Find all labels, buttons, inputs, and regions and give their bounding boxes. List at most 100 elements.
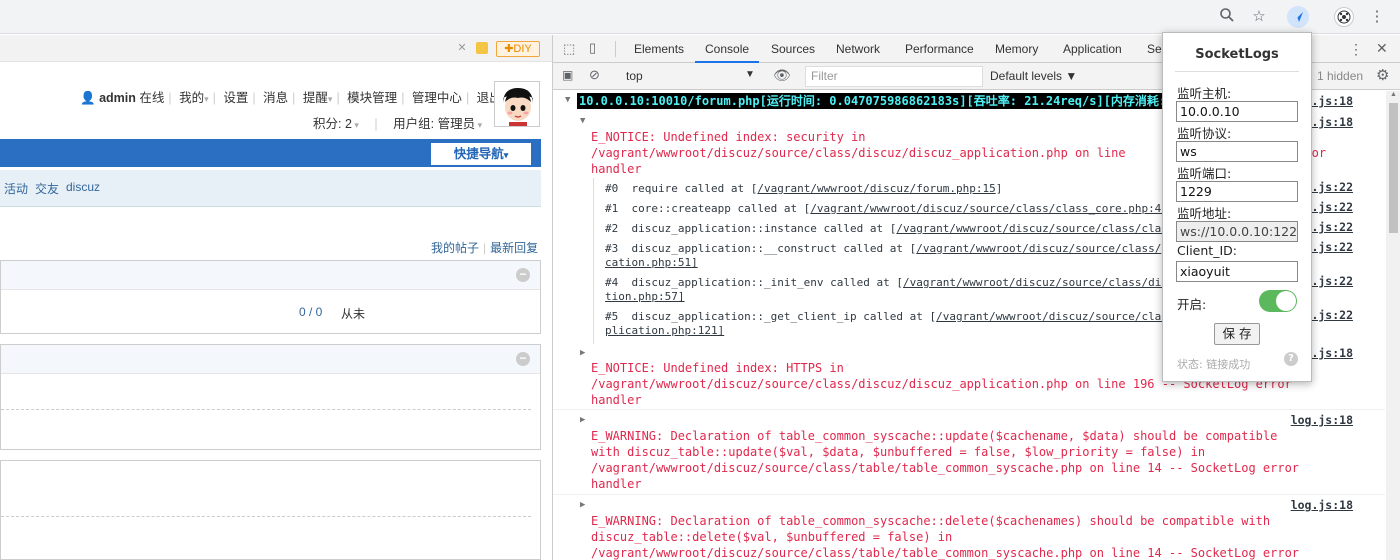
expand-icon[interactable]: ▶ [580,415,585,425]
admin-center-link[interactable]: 管理中心 [412,91,462,105]
module-admin-link[interactable]: 模块管理 [347,91,397,105]
address-label: 监听地址: [1177,206,1232,221]
divider [1,409,531,410]
stack-path-link[interactable]: /vagrant/wwwroot/discuz/forum.php:15 [757,182,995,195]
log-entry[interactable]: ▶ log.js:18 E_WARNING: Declaration of ta… [553,496,1385,560]
forum-box-1: − 0 / 0 从未 [0,260,541,334]
error-line: /vagrant/wwwroot/discuz/source/class/dis… [591,146,1126,160]
account-icon[interactable] [1334,7,1354,27]
scroll-up-icon[interactable]: ▲ [1390,91,1397,98]
client-id-label: Client_ID: [1177,243,1237,258]
tab-performance[interactable]: Performance [905,35,974,63]
menu-icon[interactable]: ⋮ [1367,7,1387,27]
username-link[interactable]: admin [99,91,136,105]
protocol-input[interactable]: ws [1176,141,1298,162]
connection-status: 状态: 链接成功 [1177,358,1251,371]
diy-button[interactable]: ✚DIY [496,41,540,57]
eye-icon[interactable]: 👁 [773,67,791,84]
star-icon[interactable]: ☆ [1249,7,1269,27]
close-icon[interactable]: ✕ [1376,40,1388,57]
inspect-icon[interactable]: ⬚ [563,41,575,57]
subnav-activity[interactable]: 活动 [4,180,28,197]
client-id-input[interactable]: xiaoyuit [1176,261,1298,282]
error-line: handler [591,393,642,407]
theme-icon[interactable] [476,42,488,54]
expand-icon[interactable]: ▶ [580,500,585,510]
sub-nav: 活动 交友 discuz [0,170,541,207]
help-icon[interactable]: ? [1284,352,1298,366]
socketlog-extension-icon[interactable] [1287,6,1309,28]
latest-replies-link[interactable]: 最新回复 [490,241,538,255]
avatar[interactable] [494,81,540,127]
quick-nav-button[interactable]: 快捷导航▾ [431,143,531,165]
device-toggle-icon[interactable]: ▯ [589,40,596,56]
box-header: − [1,261,540,290]
stack-path-link[interactable]: /vagrant/wwwroot/discuz/source/clas [936,310,1168,323]
my-threads-link[interactable]: 我的帖子 [431,241,479,255]
sidebar-toggle-icon[interactable]: ▣ [562,68,573,82]
collapse-icon[interactable]: ▼ [580,116,585,126]
filter-input[interactable]: Filter [805,66,983,87]
enable-label: 开启: [1177,297,1207,312]
stack-path-link[interactable]: /vagrant/wwwroot/discuz/source/class/dis… [903,276,1194,289]
stack-path-link[interactable]: /vagrant/wwwroot/discuz/source/class/cla… [896,222,1174,235]
collapse-icon[interactable]: − [516,268,530,282]
settings-gear-icon[interactable]: ⚙ [1376,66,1389,84]
hidden-count: 1 hidden [1317,69,1364,83]
tab-memory[interactable]: Memory [995,35,1038,63]
host-input[interactable]: 10.0.0.10 [1176,101,1298,122]
port-input[interactable]: 1229 [1176,181,1298,202]
source-link[interactable]: log.js:18 [1291,498,1353,512]
expand-icon[interactable]: ▶ [580,348,585,358]
box-header: − [1,345,540,374]
notifications-link[interactable]: 提醒 [303,91,328,105]
tab-network[interactable]: Network [836,35,880,63]
tab-application[interactable]: Application [1063,35,1122,63]
address-input: ws://10.0.0.10:1229 [1176,221,1298,242]
main-nav-bar: 快捷导航▾ [0,139,541,167]
stack-path-link[interactable]: /vagrant/wwwroot/discuz/source/class/cla… [810,202,1168,215]
subnav-friends[interactable]: 交友 [35,180,59,197]
source-link[interactable]: log.js:18 [1291,413,1353,427]
log-entry[interactable]: ▶ log.js:18 E_WARNING: Declaration of ta… [553,411,1385,495]
host-label: 监听主机: [1177,86,1232,101]
scroll-thumb[interactable] [1389,103,1398,233]
subnav-discuz[interactable]: discuz [66,180,100,194]
stack-frame-cont: plication.php:121] [605,324,725,337]
usergroup-link[interactable]: 用户组: 管理员 [393,117,475,131]
tab-console[interactable]: Console [695,35,760,63]
stack-frame-cont: cation.php:51] [605,256,698,269]
save-button[interactable]: 保 存 [1214,323,1260,345]
tab-elements[interactable]: Elements [634,35,684,63]
credits-link[interactable]: 积分: 2 [313,117,352,131]
error-line: handler [591,162,642,176]
zoom-icon[interactable] [1217,7,1237,27]
error-line: handler [591,477,642,491]
stack-frame: #5 discuz_application::_get_client_ip ca… [605,310,1168,323]
log-levels-select[interactable]: Default levels ▼ [990,69,1077,83]
diy-bar: ✕ ✚DIY [0,35,552,62]
console-scrollbar[interactable]: ▲ [1386,91,1400,560]
expand-icon[interactable]: ▼ [565,95,570,105]
fullscreen-icon[interactable]: ✕ [456,42,468,54]
context-select[interactable]: top [626,69,643,83]
my-link[interactable]: 我的 [179,91,204,105]
enable-toggle[interactable] [1259,290,1297,312]
stack-path-link[interactable]: /vagrant/wwwroot/discuz/source/class/ [916,242,1161,255]
error-line: /vagrant/wwwroot/discuz/source/class/tab… [591,546,1300,560]
error-line: with discuz_table::update($val, $data, $… [591,445,1206,459]
settings-link[interactable]: 设置 [223,91,248,105]
collapse-icon[interactable]: − [516,352,530,366]
browser-toolbar: ☆ ⋮ [0,0,1400,34]
thread-count: 0 / 0 [299,305,323,319]
clear-console-icon[interactable]: ⊘ [589,67,600,83]
divider [1175,71,1299,72]
tab-sources[interactable]: Sources [771,35,815,63]
online-status[interactable]: 在线 [139,91,164,105]
tab-more[interactable]: Se [1147,35,1162,63]
devtools-menu-icon[interactable]: ⋮ [1349,41,1363,58]
context-dropdown-icon[interactable]: ▼ [745,69,755,80]
last-post: 从未 [341,307,366,321]
credits-bar: 积分: 2 ▾ | 用户组: 管理员 ▾ [313,117,483,131]
messages-link[interactable]: 消息 [263,91,288,105]
